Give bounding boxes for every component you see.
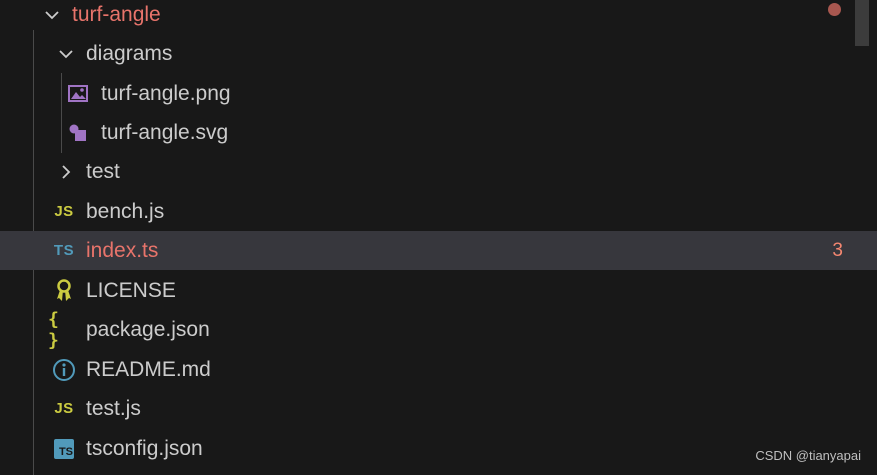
tree-root-folder[interactable]: turf-angle [0, 0, 877, 34]
file-label: LICENSE [86, 279, 176, 302]
watermark: CSDN @tianyapai [755, 448, 861, 463]
file-label: bench.js [86, 200, 165, 223]
file-label: README.md [86, 358, 211, 381]
tree-file-test-js[interactable]: JS test.js [0, 389, 877, 428]
chevron-down-icon[interactable] [54, 34, 78, 73]
folder-label: diagrams [86, 42, 173, 65]
js-icon: JS [54, 203, 74, 220]
tree-file-license[interactable]: LICENSE [0, 271, 877, 310]
file-label: tsconfig.json [86, 437, 203, 460]
file-label: test.js [86, 397, 141, 420]
ts-icon: TS [53, 242, 75, 259]
tree-file-png[interactable]: turf-angle.png [0, 74, 877, 113]
tree-folder-diagrams[interactable]: diagrams [0, 34, 877, 73]
info-icon [51, 350, 77, 389]
image-icon [66, 74, 90, 113]
problem-count-badge: 3 [832, 240, 843, 261]
tsconfig-icon: TS [52, 429, 76, 468]
folder-label: test [86, 160, 120, 183]
chevron-right-icon[interactable] [54, 152, 78, 191]
tree-file-package-json[interactable]: { } package.json [0, 308, 877, 351]
tree-folder-test[interactable]: test [0, 152, 877, 191]
svg-icon [66, 113, 90, 152]
file-label: package.json [86, 318, 210, 341]
tree-file-bench-js[interactable]: JS bench.js [0, 192, 877, 231]
json-icon: { } [48, 308, 59, 351]
file-explorer: turf-angle diagrams turf-angle.png turf- [0, 0, 877, 475]
tree-file-tsconfig[interactable]: TS tsconfig.json [0, 429, 877, 468]
tree-file-svg[interactable]: turf-angle.svg [0, 113, 877, 152]
file-label: turf-angle.png [101, 82, 231, 105]
modified-dot-icon [828, 3, 841, 16]
js-icon: JS [54, 400, 74, 417]
tree-file-readme[interactable]: README.md [0, 350, 877, 389]
file-label: index.ts [86, 239, 159, 262]
chevron-down-icon[interactable] [40, 0, 64, 34]
license-icon [52, 271, 76, 310]
root-folder-label: turf-angle [72, 3, 161, 26]
tsconfig-icon-text: TS [54, 438, 74, 459]
tree-file-index-ts[interactable]: TS index.ts 3 [0, 231, 877, 270]
file-label: turf-angle.svg [101, 121, 229, 144]
